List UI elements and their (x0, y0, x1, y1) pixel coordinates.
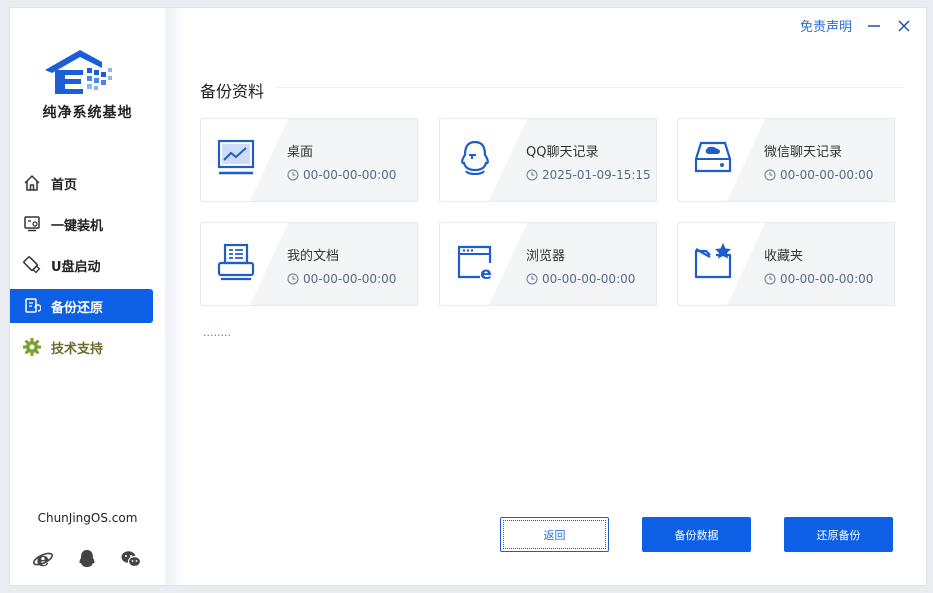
disclaimer-link[interactable]: 免责声明 (800, 16, 852, 35)
install-icon (22, 214, 42, 234)
section-divider (275, 87, 905, 88)
ie-icon[interactable]: e (32, 548, 54, 570)
backup-card-documents[interactable]: 我的文档 00-00-00-00:00 (200, 222, 418, 306)
progress-dots: ........ (203, 326, 231, 339)
card-name: 桌面 (287, 145, 314, 160)
clock-icon (526, 273, 538, 285)
sidebar-item-label: 首页 (51, 177, 78, 193)
disk-icon (692, 137, 734, 179)
card-time-text: 00-00-00-00:00 (780, 168, 874, 182)
sidebar-item-label: U盘启动 (51, 259, 101, 275)
gear-icon (22, 337, 42, 357)
card-time: 00-00-00-00:00 (764, 168, 873, 182)
browser-icon: e (454, 241, 496, 284)
card-time-text: 00-00-00-00:00 (303, 168, 397, 182)
desktop-icon (215, 137, 257, 179)
backup-card-favorites[interactable]: 收藏夹 00-00-00-00:00 (677, 222, 895, 306)
svg-text:e: e (37, 548, 50, 570)
svg-text:e: e (480, 264, 492, 283)
card-time: 00-00-00-00:00 (287, 168, 396, 182)
usb-icon (22, 255, 42, 275)
backup-card-desktop[interactable]: 桌面 00-00-00-00:00 (200, 118, 418, 202)
sidebar-item-home[interactable]: 首页 (10, 166, 153, 200)
card-name: 浏览器 (526, 249, 566, 264)
window-controls: 免责声明 (800, 16, 912, 35)
wechat-icon[interactable] (120, 548, 142, 570)
app-window: 纯净系统基地 首页 一键装机 U盘启动 备份还原 技术支持 ChunJingOS… (9, 7, 927, 586)
card-time: 00-00-00-00:00 (764, 272, 873, 286)
card-time-text: 00-00-00-00:00 (780, 272, 874, 286)
sidebar-item-label: 备份还原 (51, 300, 104, 316)
sidebar: 纯净系统基地 首页 一键装机 U盘启动 备份还原 技术支持 ChunJingOS… (10, 8, 165, 585)
clock-icon (526, 169, 538, 181)
backup-card-qq[interactable]: QQ聊天记录 2025-01-09-15:15 (439, 118, 657, 202)
clock-icon (287, 273, 299, 285)
sidebar-item-label: 一键装机 (51, 218, 104, 234)
sidebar-item-backup[interactable]: 备份还原 (10, 289, 153, 323)
social-links: e (32, 548, 142, 570)
section-title: 备份资料 (200, 82, 265, 101)
card-time: 2025-01-09-15:15 (526, 168, 651, 182)
backup-card-browser[interactable]: e 浏览器 00-00-00-00:00 (439, 222, 657, 306)
card-time: 00-00-00-00:00 (287, 272, 396, 286)
sidebar-item-usb[interactable]: U盘启动 (10, 248, 153, 282)
home-icon (22, 173, 42, 193)
qq-icon (454, 137, 496, 179)
card-time: 00-00-00-00:00 (526, 272, 635, 286)
brand-logo-icon (40, 48, 120, 98)
back-button[interactable]: 返回 (500, 517, 609, 552)
close-icon[interactable] (896, 18, 912, 34)
backup-card-wechat[interactable]: 微信聊天记录 00-00-00-00:00 (677, 118, 895, 202)
clock-icon (764, 169, 776, 181)
printer-icon (215, 241, 257, 283)
sidebar-item-install[interactable]: 一键装机 (10, 207, 153, 241)
minimize-icon[interactable] (866, 18, 882, 34)
sidebar-divider (165, 8, 187, 585)
sidebar-item-label: 技术支持 (51, 341, 104, 357)
website-text: ChunJingOS.com (37, 511, 138, 525)
card-name: 收藏夹 (764, 249, 804, 264)
card-name: QQ聊天记录 (526, 145, 599, 160)
backup-data-button[interactable]: 备份数据 (642, 517, 751, 552)
clock-icon (287, 169, 299, 181)
folder-star-icon (692, 241, 734, 283)
brand-name: 纯净系统基地 (42, 105, 133, 121)
card-time-text: 2025-01-09-15:15 (542, 168, 651, 182)
card-name: 我的文档 (287, 249, 340, 264)
clock-icon (764, 273, 776, 285)
card-time-text: 00-00-00-00:00 (303, 272, 397, 286)
restore-backup-button[interactable]: 还原备份 (784, 517, 893, 552)
sidebar-nav: 首页 一键装机 U盘启动 备份还原 技术支持 (10, 166, 165, 371)
sidebar-item-support[interactable]: 技术支持 (10, 330, 153, 364)
qq-icon[interactable] (76, 548, 98, 570)
backup-icon (22, 296, 42, 316)
card-name: 微信聊天记录 (764, 145, 843, 160)
card-time-text: 00-00-00-00:00 (542, 272, 636, 286)
